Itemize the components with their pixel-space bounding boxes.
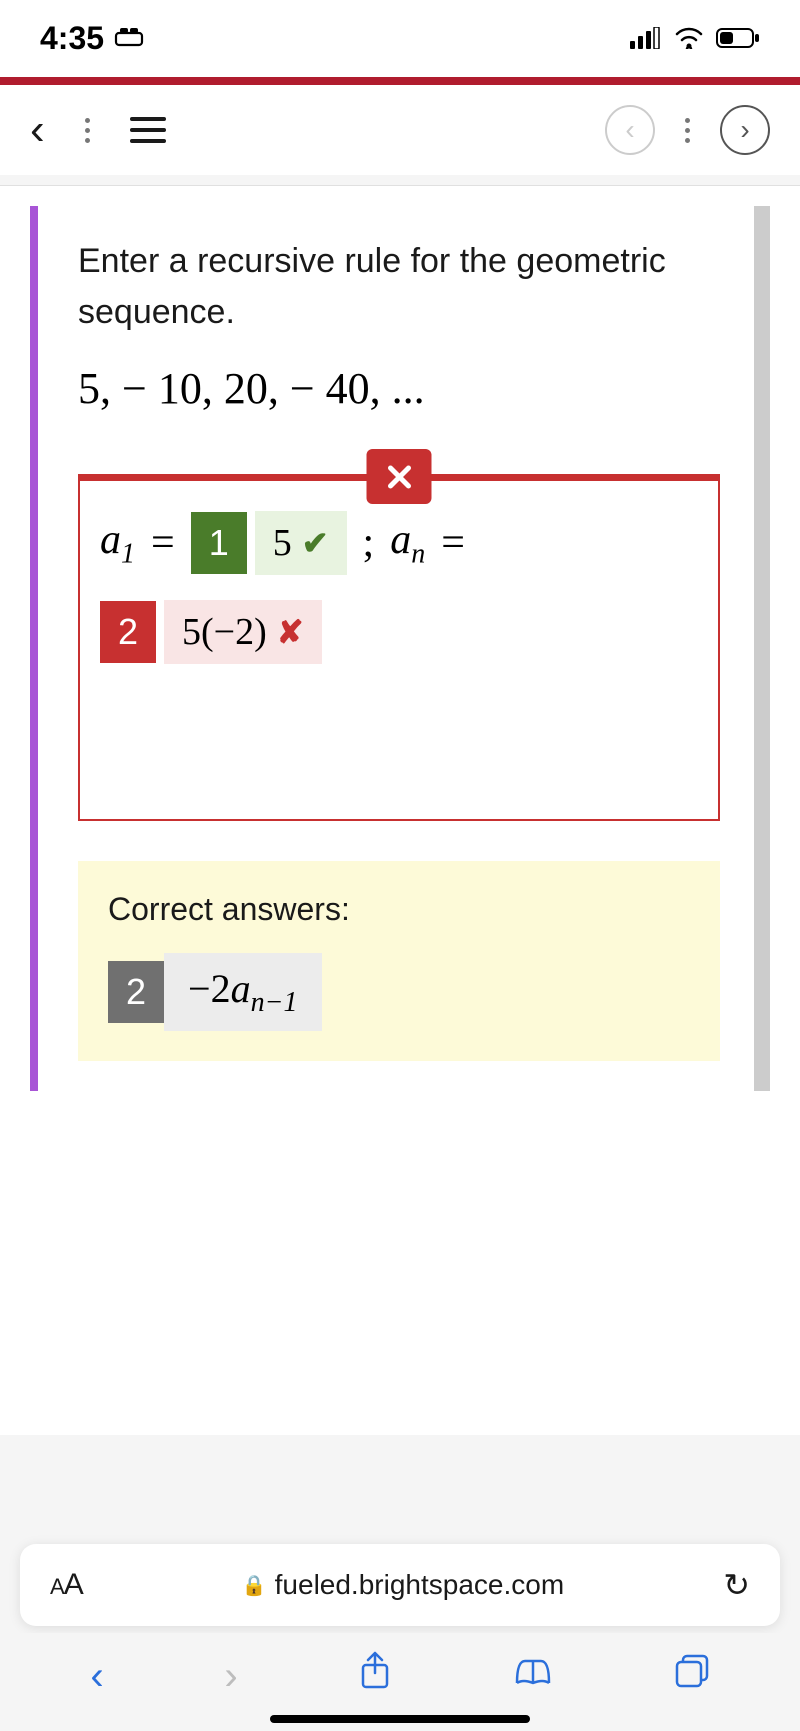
- home-indicator[interactable]: [270, 1715, 530, 1723]
- wifi-icon: [674, 20, 704, 57]
- semicolon: ;: [363, 519, 375, 567]
- answer-box: a1 = 1 5 ✔ ; an = 2 5(−2) ✘: [78, 474, 720, 821]
- carplay-icon: [114, 20, 148, 57]
- reload-button[interactable]: ↻: [723, 1566, 750, 1604]
- browser-address-bar[interactable]: AA 🔒 fueled.brightspace.com ↻: [20, 1544, 780, 1626]
- blank-2-number: 2: [100, 601, 156, 663]
- correct-blank-number: 2: [108, 961, 164, 1023]
- next-question-button[interactable]: ›: [720, 105, 770, 155]
- more-vertical-icon-2[interactable]: [685, 118, 690, 143]
- blank-2-answer[interactable]: 5(−2) ✘: [164, 600, 322, 664]
- back-button[interactable]: ‹: [30, 105, 45, 155]
- a1-variable: a1: [100, 516, 135, 570]
- question-prompt: Enter a recursive rule for the geometric…: [78, 236, 750, 338]
- content-area: Enter a recursive rule for the geometric…: [0, 185, 800, 1435]
- status-left: 4:35: [40, 20, 148, 57]
- equals-sign-2: =: [441, 519, 465, 567]
- scrollbar[interactable]: [754, 206, 770, 1091]
- bookmarks-button[interactable]: [513, 1654, 553, 1699]
- blank-1-value: 5: [273, 521, 292, 565]
- sequence-display: 5, − 10, 20, − 40, ...: [78, 363, 750, 414]
- answer-row-1: a1 = 1 5 ✔ ; an =: [100, 511, 698, 575]
- an-variable: an: [390, 516, 425, 570]
- lock-icon: 🔒: [242, 1573, 267, 1598]
- blank-1-answer[interactable]: 5 ✔: [255, 511, 347, 575]
- prev-question-button[interactable]: ‹: [605, 105, 655, 155]
- status-bar: 4:35: [0, 0, 800, 77]
- answer-row-2: 2 5(−2) ✘: [100, 600, 698, 664]
- correct-value: −2an−1: [164, 953, 321, 1031]
- share-button[interactable]: [358, 1651, 392, 1701]
- url-text: fueled.brightspace.com: [275, 1569, 565, 1601]
- correct-answers-title: Correct answers:: [108, 891, 690, 928]
- tabs-button[interactable]: [674, 1653, 710, 1699]
- more-vertical-icon[interactable]: [85, 118, 90, 143]
- blank-2-value: 5(−2): [182, 610, 267, 654]
- question-block: Enter a recursive rule for the geometric…: [30, 206, 770, 1091]
- url-display[interactable]: 🔒 fueled.brightspace.com: [242, 1569, 564, 1601]
- status-time: 4:35: [40, 20, 104, 57]
- app-nav-bar: ‹ ‹ ›: [0, 85, 800, 175]
- accent-bar: [0, 77, 800, 85]
- status-right: [630, 20, 760, 57]
- blank-1-number: 1: [191, 512, 247, 574]
- cross-icon: ✘: [277, 613, 304, 651]
- browser-forward-button[interactable]: ›: [224, 1654, 237, 1699]
- correct-answers-panel: Correct answers: 2 −2an−1: [78, 861, 720, 1061]
- menu-icon[interactable]: [130, 117, 166, 143]
- check-icon: ✔: [302, 524, 329, 562]
- equals-sign: =: [151, 519, 175, 567]
- correct-answer-item: 2 −2an−1: [108, 953, 322, 1031]
- battery-icon: [716, 20, 760, 57]
- browser-back-button[interactable]: ‹: [90, 1654, 103, 1699]
- incorrect-badge: [367, 449, 432, 504]
- signal-icon: [630, 20, 662, 57]
- text-size-button[interactable]: AA: [50, 1568, 83, 1602]
